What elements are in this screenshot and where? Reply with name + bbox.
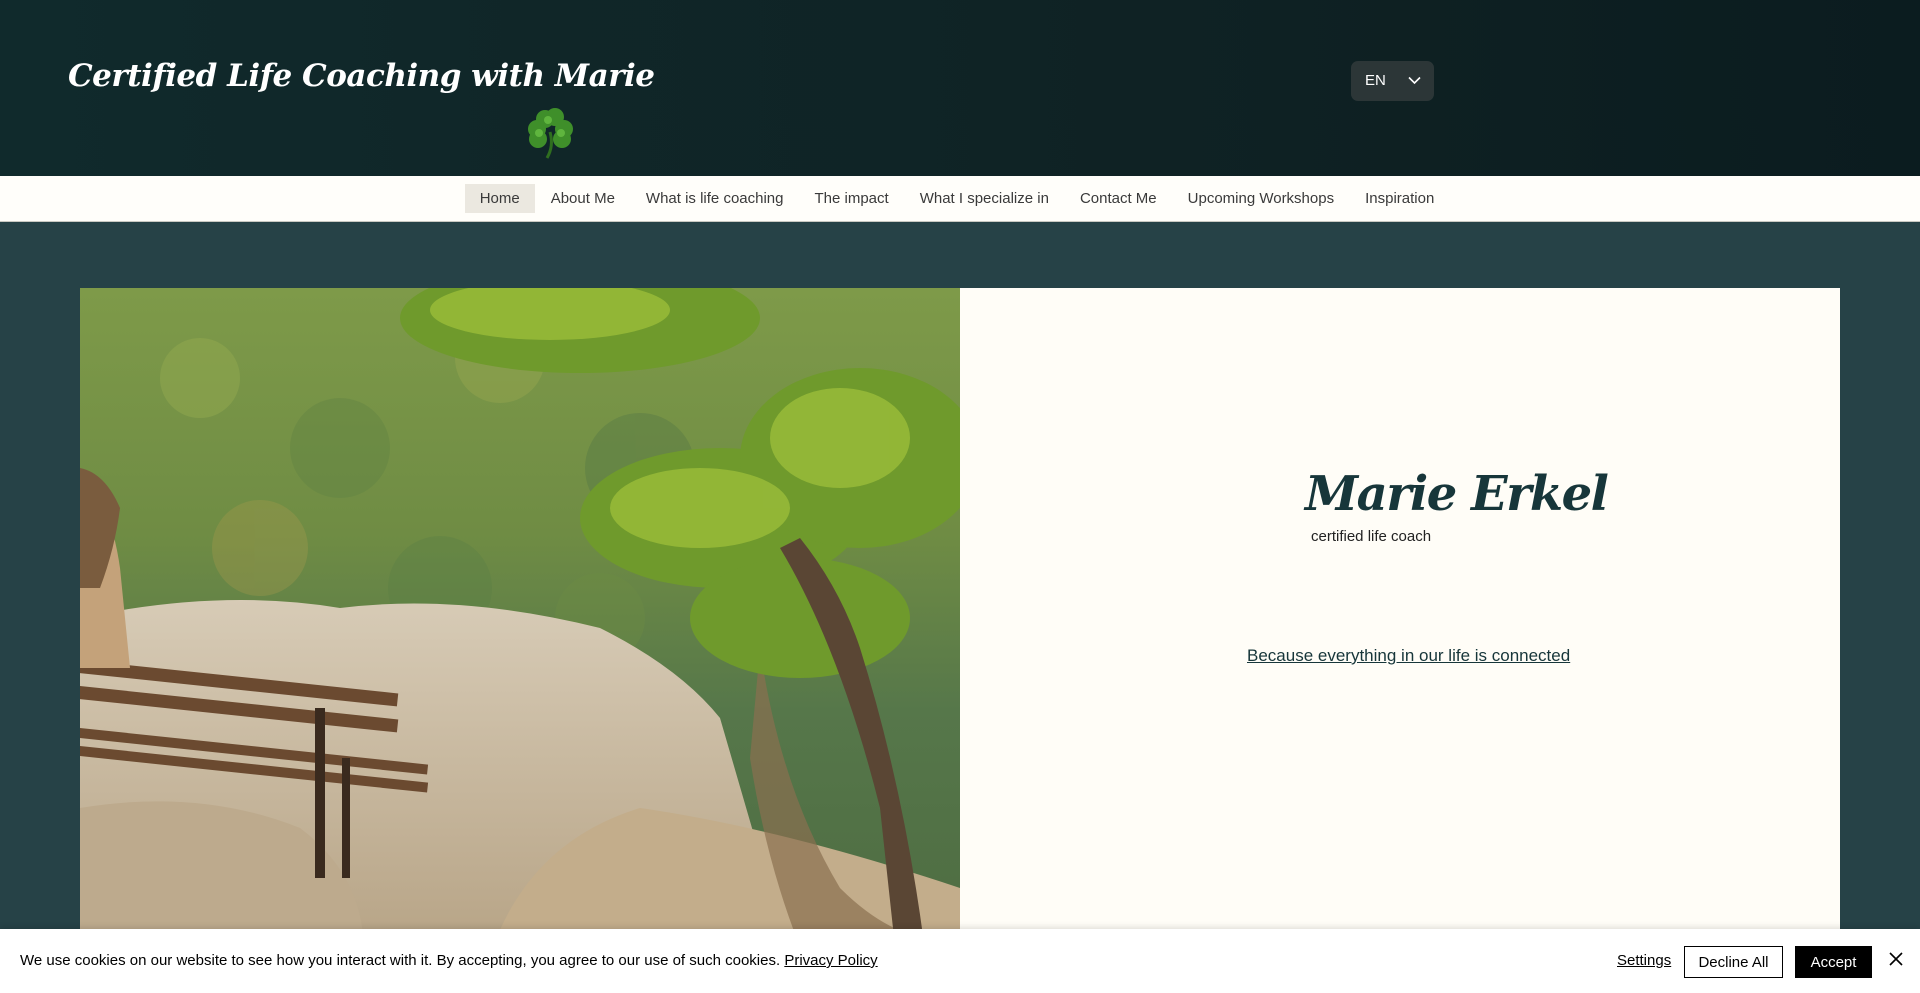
main-nav: Home About Me What is life coaching The … [0, 176, 1920, 222]
decline-all-button[interactable]: Decline All [1684, 946, 1783, 978]
language-selector[interactable]: EN [1351, 61, 1434, 101]
nav-item-contact-me[interactable]: Contact Me [1065, 184, 1172, 213]
cookie-settings-link[interactable]: Settings [1617, 952, 1671, 969]
privacy-policy-link[interactable]: Privacy Policy [784, 952, 877, 969]
cookie-banner: We use cookies on our website to see how… [0, 929, 1920, 993]
nav-item-what-i-specialize-in[interactable]: What I specialize in [905, 184, 1064, 213]
cookie-message: We use cookies on our website to see how… [20, 952, 878, 969]
nav-item-home[interactable]: Home [464, 184, 535, 213]
shamrock-icon [528, 108, 573, 159]
nav-item-what-is-life-coaching[interactable]: What is life coaching [631, 184, 799, 213]
language-code: EN [1365, 72, 1386, 89]
close-icon[interactable] [1888, 951, 1904, 967]
hero-tagline-link[interactable]: Because everything in our life is connec… [1247, 646, 1570, 666]
nav-item-inspiration[interactable]: Inspiration [1350, 184, 1449, 213]
hero-panel: Marie Erkel certified life coach Because… [960, 288, 1840, 993]
hero-subtitle: certified life coach [1311, 528, 1432, 545]
site-header: Certified Life Coaching with Marie EN [0, 0, 1920, 176]
hero-image [80, 288, 960, 993]
nav-item-about-me[interactable]: About Me [536, 184, 630, 213]
accept-button[interactable]: Accept [1795, 946, 1872, 978]
hero-name: Marie Erkel [1305, 466, 1609, 522]
nav-item-the-impact[interactable]: The impact [800, 184, 904, 213]
cookie-message-text: We use cookies on our website to see how… [20, 952, 781, 969]
site-title[interactable]: Certified Life Coaching with Marie [68, 58, 655, 94]
chevron-down-icon [1408, 76, 1421, 85]
nav-item-upcoming-workshops[interactable]: Upcoming Workshops [1173, 184, 1349, 213]
